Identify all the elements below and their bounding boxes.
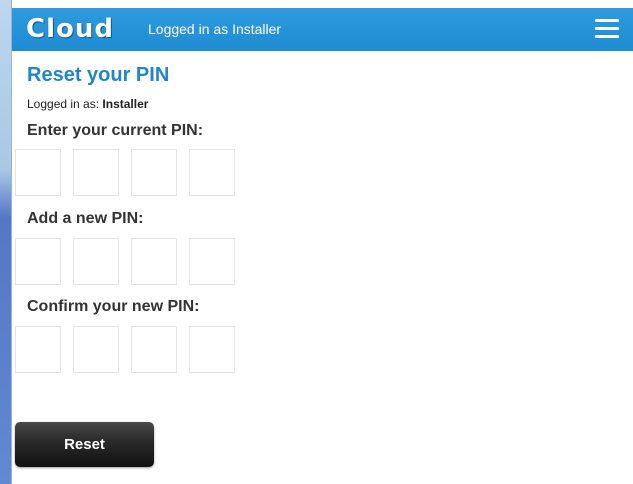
current-pin-digit-1[interactable] [15, 149, 61, 196]
logged-in-user: Installer [102, 97, 149, 111]
logged-in-line: Logged in as: Installer [27, 97, 148, 111]
new-pin-digit-1[interactable] [15, 238, 61, 285]
menu-bar-3 [595, 35, 619, 38]
menu-bar-2 [595, 27, 619, 30]
menu-bar-1 [595, 19, 619, 22]
page-title: Reset your PIN [27, 64, 170, 86]
confirm-pin-digit-4[interactable] [189, 326, 235, 373]
current-pin-label: Enter your current PIN: [27, 122, 204, 139]
confirm-pin-digit-1[interactable] [15, 326, 61, 373]
main-content: Reset your PIN Logged in as: Installer E… [12, 51, 633, 484]
new-pin-digit-3[interactable] [131, 238, 177, 285]
top-header: Cloud Logged in as Installer [12, 8, 633, 51]
confirm-pin-digit-2[interactable] [73, 326, 119, 373]
new-pin-digit-4[interactable] [189, 238, 235, 285]
confirm-pin-digit-3[interactable] [131, 326, 177, 373]
current-pin-digit-2[interactable] [73, 149, 119, 196]
confirm-pin-label: Confirm your new PIN: [27, 298, 200, 315]
cloud-logo: Cloud [26, 14, 114, 44]
reset-button[interactable]: Reset [15, 422, 154, 467]
current-pin-digit-3[interactable] [131, 149, 177, 196]
new-pin-digit-2[interactable] [73, 238, 119, 285]
logged-in-prefix: Logged in as: [27, 97, 100, 111]
new-pin-label: Add a new PIN: [27, 210, 144, 227]
current-pin-digit-4[interactable] [189, 149, 235, 196]
hamburger-menu-icon[interactable] [595, 19, 621, 39]
left-edge-strip [0, 0, 12, 484]
header-logged-in-text: Logged in as Installer [148, 21, 282, 37]
app-window: Cloud Logged in as Installer Reset your … [0, 0, 633, 484]
